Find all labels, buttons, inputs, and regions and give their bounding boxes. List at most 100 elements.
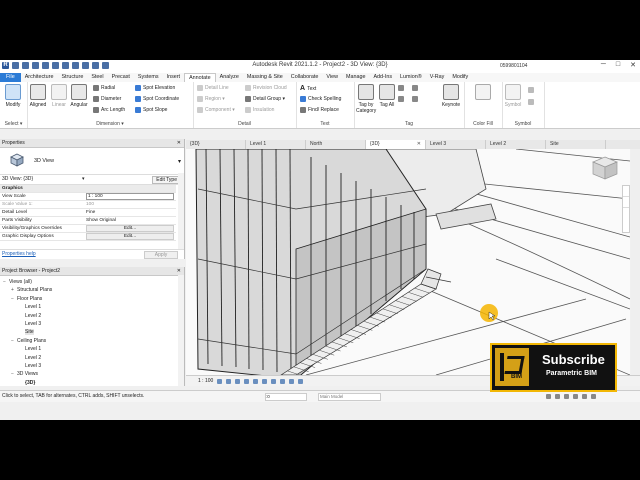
edit-button[interactable]: Edit... (86, 233, 174, 240)
browser-item[interactable]: Level 1 (19, 345, 41, 353)
view-cube[interactable] (590, 155, 620, 181)
minimize-icon[interactable]: ─ (601, 61, 606, 69)
check-spelling-button[interactable]: Check Spelling (300, 96, 341, 102)
collapse-icon[interactable]: − (3, 279, 7, 285)
span-direction-button[interactable] (528, 87, 534, 93)
tab-systems[interactable]: Systems (134, 73, 163, 82)
detail-line-button[interactable]: Detail Line (197, 85, 229, 91)
edit-type-button[interactable]: Edit Type (152, 176, 181, 184)
component-button[interactable]: Component ▾ (197, 107, 235, 113)
view-tab[interactable]: {3D} (186, 140, 246, 149)
modify-button[interactable]: Modify (4, 84, 22, 108)
maximize-icon[interactable]: □ (616, 61, 620, 69)
property-value-cell[interactable]: Show Original (84, 216, 176, 225)
color-fill-button[interactable] (474, 84, 492, 102)
3d-viewport[interactable] (186, 149, 630, 375)
expand-icon[interactable]: + (11, 287, 15, 293)
browser-item[interactable]: + Structural Plans (11, 286, 52, 294)
collapse-icon[interactable]: − (11, 338, 15, 344)
browser-item[interactable]: Site (19, 328, 34, 336)
edit-button[interactable]: Edit... (86, 225, 174, 232)
tag-by-category-button[interactable]: Tag by Category (356, 84, 376, 114)
linear-button[interactable]: Linear (50, 84, 68, 108)
properties-scrollbar[interactable] (178, 173, 184, 250)
steering-wheel-icon[interactable] (623, 186, 629, 197)
workset-selector[interactable]: :0 (265, 393, 307, 401)
area-tag-button[interactable] (412, 96, 418, 102)
tab-collaborate[interactable]: Collaborate (287, 73, 323, 82)
property-value-cell[interactable]: 1 : 100 (84, 192, 176, 201)
property-value-cell[interactable]: Edit... (84, 224, 176, 233)
zoom-icon[interactable] (623, 197, 629, 208)
dimension-group-label[interactable]: Dimension ▾ (27, 121, 193, 127)
tab-view[interactable]: View (322, 73, 342, 82)
property-row[interactable]: Parts Visibility Show Original (0, 216, 176, 225)
browser-item[interactable]: Level 2 (19, 312, 41, 320)
tab-architecture[interactable]: Architecture (21, 73, 58, 82)
select-underlay-icon[interactable] (555, 394, 560, 399)
tab-steel[interactable]: Steel (87, 73, 107, 82)
browser-item[interactable]: − Floor Plans (11, 295, 42, 303)
aligned-button[interactable]: Aligned (29, 84, 47, 108)
detail-group-button[interactable]: Detail Group ▾ (245, 96, 285, 102)
property-row[interactable]: Graphic Display Options Edit... (0, 232, 176, 241)
filter-icon[interactable] (591, 394, 596, 399)
type-selector[interactable]: 3D View ▾ (0, 148, 184, 175)
apply-button[interactable]: Apply (144, 251, 178, 259)
radial-button[interactable]: Radial (93, 85, 115, 91)
stair-tag-button[interactable] (398, 96, 404, 102)
properties-help-link[interactable]: Properties help (0, 251, 36, 257)
browser-item[interactable]: Level 2 (19, 354, 41, 362)
collapse-icon[interactable]: − (11, 371, 15, 377)
close-icon[interactable]: ✕ (417, 140, 421, 149)
select-by-face-icon[interactable] (573, 394, 578, 399)
tab-manage[interactable]: Manage (342, 73, 369, 82)
visual-style-icon[interactable] (226, 378, 232, 384)
tab-insert[interactable]: Insert (163, 73, 184, 82)
collapse-icon[interactable]: − (11, 296, 15, 302)
instance-selector[interactable]: 3D View: {3D} ▾ Edit Type (0, 175, 184, 185)
reveal-hidden-icon[interactable] (298, 378, 304, 384)
lock-view-icon[interactable] (280, 378, 286, 384)
diameter-button[interactable]: Diameter (93, 96, 121, 102)
symbol-button[interactable]: Symbol (504, 84, 522, 108)
tab-lumion[interactable]: Lumion® (396, 73, 426, 82)
browser-scrollbar[interactable] (178, 275, 184, 386)
spot-coordinate-button[interactable]: Spot Coordinate (135, 96, 179, 102)
close-icon[interactable]: ✕ (177, 139, 181, 147)
show-crop-icon[interactable] (271, 378, 277, 384)
spot-elevation-button[interactable]: Spot Elevation (135, 85, 175, 91)
chevron-down-icon[interactable]: ▾ (178, 158, 181, 165)
revision-cloud-button[interactable]: Revision Cloud (245, 85, 287, 91)
arc-length-button[interactable]: Arc Length (93, 107, 125, 113)
browser-item[interactable]: Level 3 (19, 320, 41, 328)
view-tab[interactable]: {3D} ✕ (366, 140, 426, 149)
region-button[interactable]: Region ▾ (197, 96, 225, 102)
graphics-section[interactable]: Graphics (0, 185, 176, 193)
tab-precast[interactable]: Precast (108, 73, 134, 82)
property-value-cell[interactable]: Edit... (84, 232, 176, 241)
browser-item[interactable]: − Ceiling Plans (11, 337, 46, 345)
browser-item[interactable]: −3D Views (11, 370, 38, 378)
crop-view-icon[interactable] (262, 378, 268, 384)
temporary-hide-icon[interactable] (289, 378, 295, 384)
shadows-icon[interactable] (244, 378, 250, 384)
view-tab[interactable]: Level 2 (486, 140, 546, 149)
browser-item[interactable]: − Views (all) (3, 278, 32, 286)
tab-file[interactable]: File (0, 73, 21, 82)
keynote-button[interactable]: Keynote (440, 84, 462, 108)
beam-annotations-button[interactable] (528, 99, 534, 105)
tab-annotate[interactable]: Annotate (184, 73, 216, 82)
tab-v-ray[interactable]: V-Ray (426, 73, 449, 82)
select-links-icon[interactable] (546, 394, 551, 399)
browser-item[interactable]: {3D} (19, 379, 35, 386)
detail-level-icon[interactable] (217, 378, 223, 384)
tab-structure[interactable]: Structure (57, 73, 87, 82)
viewport-scrollbar[interactable] (631, 149, 640, 375)
view-tab[interactable]: Site (546, 140, 606, 149)
tag-all-button[interactable]: Tag All (378, 84, 396, 108)
browser-item[interactable]: Level 3 (19, 362, 41, 370)
view-scale[interactable]: 1 : 100 (198, 378, 213, 384)
property-row[interactable]: Visibility/Graphics Overrides Edit... (0, 224, 176, 233)
close-icon[interactable]: ✕ (177, 267, 181, 275)
